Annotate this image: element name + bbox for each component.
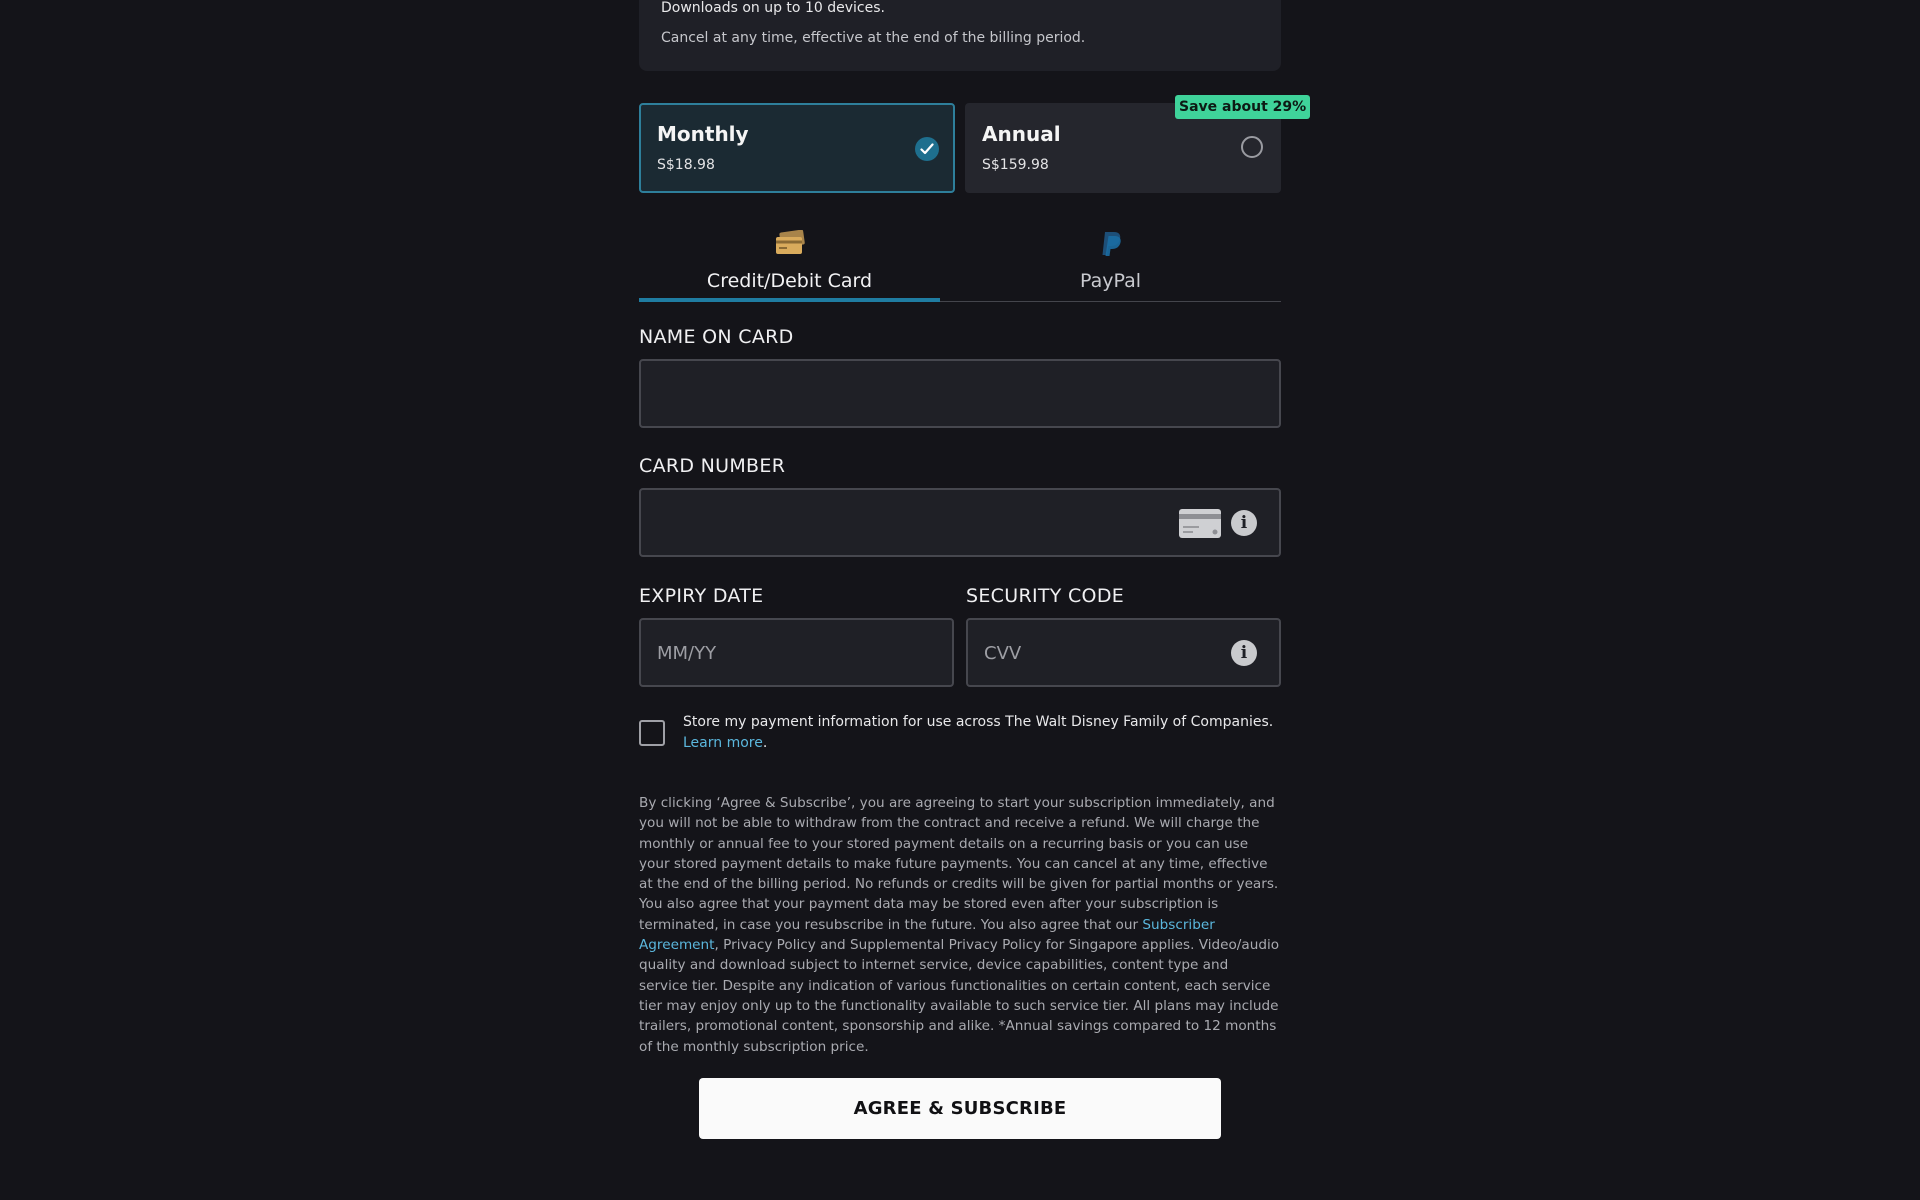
plan-price: S$159.98 (982, 157, 1049, 173)
legal-disclaimer: By clicking ‘Agree & Subscribe’, you are… (639, 793, 1281, 1057)
active-tab-indicator (639, 298, 940, 302)
store-payment-checkbox[interactable] (639, 720, 665, 746)
store-payment-suffix: . (762, 735, 768, 751)
learn-more-link[interactable]: Learn more (683, 735, 763, 751)
radio-unselected-icon (1241, 136, 1263, 158)
name-on-card-input[interactable] (655, 361, 1187, 428)
plan-features-card: Downloads on up to 10 devices. Cancel at… (639, 0, 1281, 71)
plan-price: S$18.98 (657, 157, 715, 173)
plan-name: Annual (982, 122, 1061, 146)
card-number-input[interactable] (655, 490, 1187, 557)
store-payment-label: Store my payment information for use acr… (683, 714, 1274, 730)
security-code-label: SECURITY CODE (966, 585, 1125, 607)
plan-option-monthly[interactable]: Monthly S$18.98 (639, 103, 955, 193)
savings-badge: Save about 29% (1175, 95, 1311, 119)
expiry-date-input[interactable] (655, 620, 860, 687)
card-number-info-icon[interactable]: i (1231, 510, 1257, 536)
security-code-field-box: i (966, 618, 1281, 687)
credit-card-icon (775, 229, 805, 260)
expiry-date-label: EXPIRY DATE (639, 585, 764, 607)
feature-downloads: Downloads on up to 10 devices. (661, 0, 885, 16)
feature-cancel: Cancel at any time, effective at the end… (661, 30, 1086, 46)
selected-check-icon (915, 137, 939, 161)
card-number-field-box: i (639, 488, 1281, 557)
name-on-card-label: NAME ON CARD (639, 326, 794, 348)
paypal-icon (1099, 230, 1123, 262)
security-code-input[interactable] (982, 620, 1187, 687)
security-code-info-icon[interactable]: i (1231, 640, 1257, 666)
tab-label: PayPal (1079, 270, 1142, 292)
store-payment-text: Store my payment information for use acr… (683, 712, 1281, 754)
checkout-page: Downloads on up to 10 devices. Cancel at… (0, 0, 1920, 1200)
generic-card-icon (1179, 509, 1221, 542)
legal-text-part1: By clicking ‘Agree & Subscribe’, you are… (639, 795, 1279, 933)
name-on-card-field-box (639, 359, 1281, 428)
plan-name: Monthly (657, 122, 749, 146)
expiry-date-field-box (639, 618, 954, 687)
tab-credit-debit-card[interactable]: Credit/Debit Card (639, 228, 940, 302)
agree-and-subscribe-button[interactable]: AGREE & SUBSCRIBE (699, 1078, 1221, 1139)
legal-text-part2: , Privacy Policy and Supplemental Privac… (639, 937, 1280, 1055)
tab-paypal[interactable]: PayPal (940, 228, 1281, 302)
card-number-label: CARD NUMBER (639, 455, 786, 477)
tab-label: Credit/Debit Card (706, 270, 873, 292)
